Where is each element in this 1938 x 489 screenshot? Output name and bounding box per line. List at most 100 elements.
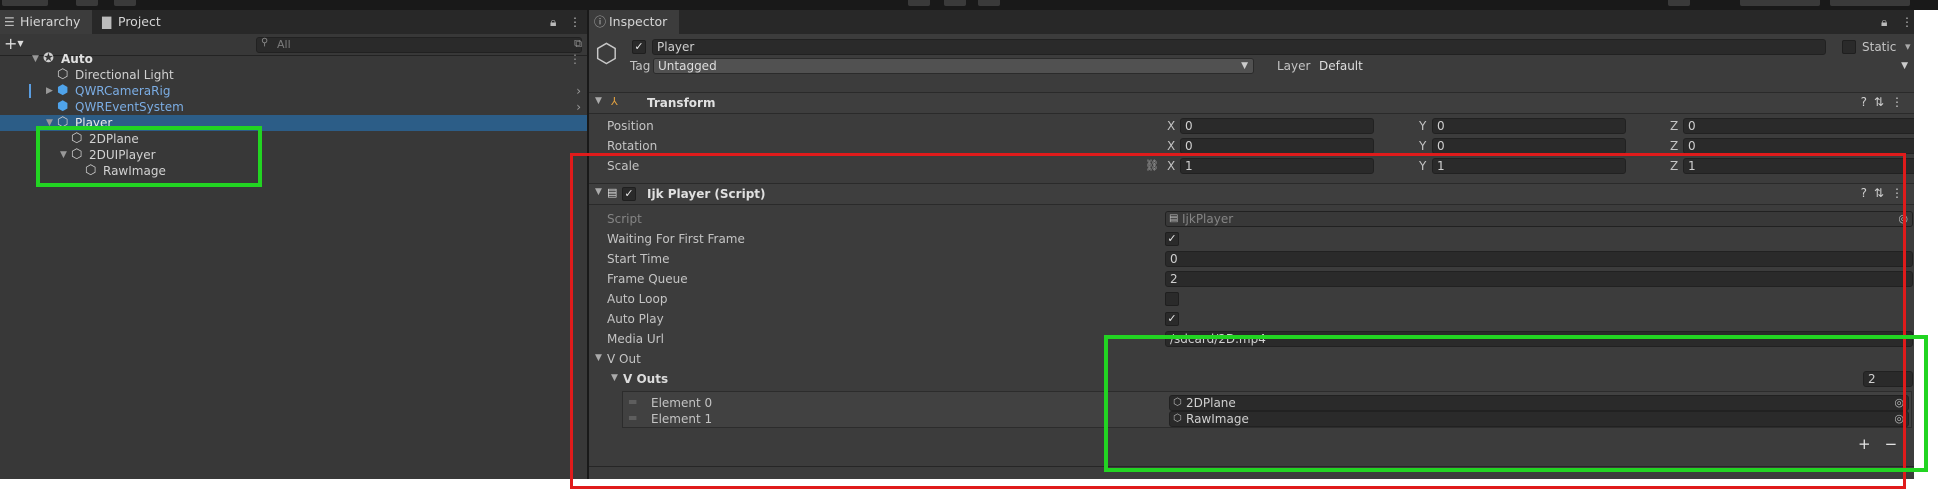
v-out-label[interactable]: V Out bbox=[607, 351, 641, 367]
hierarchy-item-selected[interactable]: ▼ ⬡ Player bbox=[0, 115, 587, 131]
static-checkbox[interactable] bbox=[1842, 40, 1856, 54]
gameobject-icon: ⬡ bbox=[57, 115, 69, 130]
element-0-field[interactable]: ⬡ 2DPlane ◎ bbox=[1169, 395, 1909, 411]
position-y-field[interactable]: 0 bbox=[1432, 118, 1626, 134]
drag-handle-icon[interactable]: ═ bbox=[629, 395, 636, 409]
axis-x-label: X bbox=[1167, 119, 1176, 133]
drag-handle-icon[interactable]: ═ bbox=[629, 411, 636, 425]
rotation-y-field[interactable]: 0 bbox=[1432, 138, 1626, 154]
tab-hierarchy[interactable]: ☰ Hierarchy bbox=[0, 10, 92, 34]
waiting-checkbox[interactable]: ✓ bbox=[1165, 232, 1179, 246]
scale-z-field[interactable]: 1 bbox=[1683, 158, 1914, 174]
lock-icon[interactable]: 🔒︎ bbox=[1881, 10, 1887, 34]
hierarchy-item[interactable]: ▼ ⬡ 2DUIPlayer bbox=[0, 147, 587, 163]
axis-x-label: X bbox=[1167, 139, 1176, 153]
chevron-down-icon: ▼ bbox=[1241, 61, 1248, 71]
pause-button[interactable] bbox=[944, 0, 966, 6]
rotation-z-field[interactable]: 0 bbox=[1683, 138, 1914, 154]
hierarchy-tabbar: ☰ Hierarchy ▇ Project 🔒︎ ⋮ bbox=[0, 10, 587, 34]
chevron-right-icon[interactable]: › bbox=[576, 99, 581, 115]
component-header-icons[interactable]: ?⇅⋮ bbox=[1861, 186, 1910, 200]
scale-x-field[interactable]: 1 bbox=[1180, 158, 1374, 174]
script-component-header[interactable]: ▼ ▤ ✓ Ijk Player (Script) ?⇅⋮ bbox=[589, 183, 1914, 205]
tab-project[interactable]: ▇ Project bbox=[98, 10, 178, 34]
tag-dropdown[interactable]: Untagged ▼ bbox=[653, 58, 1254, 74]
hierarchy-item[interactable]: ⬡ 2DPlane bbox=[0, 131, 587, 147]
object-name-input[interactable]: Player bbox=[652, 39, 1826, 55]
auto-loop-checkbox[interactable] bbox=[1165, 292, 1179, 306]
component-header-icons[interactable]: ?⇅⋮ bbox=[1861, 95, 1910, 109]
script-file-icon: ▤ bbox=[1169, 213, 1179, 224]
layout-dropdown[interactable] bbox=[1830, 0, 1910, 6]
gameobject-icon: ⬡ bbox=[71, 131, 83, 146]
gameobject-icon: ⬡ bbox=[1173, 413, 1182, 424]
link-icon[interactable]: ⛓ bbox=[1145, 159, 1159, 172]
scale-y-field[interactable]: 1 bbox=[1432, 158, 1626, 174]
target-icon[interactable]: ◎ bbox=[1894, 396, 1904, 410]
gameobject-icon[interactable]: ⬡ bbox=[595, 40, 618, 68]
auto-play-label: Auto Play bbox=[607, 312, 664, 326]
layout-button[interactable] bbox=[76, 0, 98, 6]
fold-arrow-icon[interactable]: ▼ bbox=[595, 353, 602, 363]
hierarchy-item[interactable]: ⬡ RawImage bbox=[0, 163, 587, 179]
auto-play-checkbox[interactable]: ✓ bbox=[1165, 312, 1179, 326]
target-icon[interactable]: ◎ bbox=[1894, 412, 1904, 426]
list-icon: ☰ bbox=[4, 15, 15, 29]
chevron-down-icon: ▼ bbox=[1901, 61, 1908, 71]
prefab-override-bar bbox=[29, 84, 31, 98]
component-enabled-checkbox[interactable]: ✓ bbox=[622, 187, 636, 201]
chevron-down-icon[interactable]: ▾ bbox=[1905, 40, 1911, 53]
fold-arrow-icon[interactable]: ▼ bbox=[595, 96, 602, 106]
fold-arrow-icon[interactable]: ▼ bbox=[46, 115, 53, 131]
prefab-icon: ⬢ bbox=[57, 83, 69, 98]
tab-inspector[interactable]: ⓘ Inspector bbox=[589, 10, 679, 34]
account-button[interactable] bbox=[1668, 0, 1690, 6]
layers-dropdown[interactable] bbox=[1740, 0, 1820, 6]
hierarchy-item[interactable]: ▶ ⬢ QWRCameraRig › bbox=[0, 83, 587, 99]
chevron-right-icon[interactable]: › bbox=[576, 83, 581, 99]
transform-header[interactable]: ▼ ⅄ Transform ?⇅⋮ bbox=[589, 92, 1914, 114]
element-1-field[interactable]: ⬡ RawImage ◎ bbox=[1169, 411, 1909, 427]
info-icon: ⓘ bbox=[594, 15, 607, 29]
lock-icon[interactable]: 🔒︎ bbox=[550, 10, 556, 34]
add-element-button[interactable]: + bbox=[1858, 435, 1885, 453]
pivot-button[interactable] bbox=[114, 0, 136, 6]
kebab-menu-icon[interactable]: ⋮ bbox=[1901, 10, 1913, 34]
frame-queue-field[interactable]: 2 bbox=[1165, 271, 1913, 287]
active-checkbox[interactable]: ✓ bbox=[632, 40, 646, 54]
hierarchy-item[interactable]: ⬡ Directional Light bbox=[0, 67, 587, 83]
script-file-icon: ▤ bbox=[607, 186, 618, 199]
kebab-menu-icon[interactable]: ⋮ bbox=[569, 10, 581, 34]
play-button[interactable] bbox=[908, 0, 930, 6]
editor-toolbar bbox=[0, 0, 1938, 10]
fold-arrow-icon[interactable]: ▶ bbox=[46, 83, 53, 99]
v-outs-label[interactable]: V Outs bbox=[623, 371, 668, 387]
axis-y-label: Y bbox=[1419, 159, 1427, 173]
hierarchy-panel: ☰ Hierarchy ▇ Project 🔒︎ ⋮ +▼ ⚲ All ⧉ ▼ … bbox=[0, 10, 587, 479]
media-url-field[interactable]: /sdcard/2D.mp4 bbox=[1165, 331, 1913, 347]
step-button[interactable] bbox=[978, 0, 1000, 6]
element-1-label: Element 1 bbox=[651, 412, 713, 426]
hierarchy-item[interactable]: ⬢ QWREventSystem › bbox=[0, 99, 587, 115]
layer-dropdown[interactable]: Default ▼ bbox=[1314, 58, 1914, 74]
fold-arrow-icon[interactable]: ▼ bbox=[32, 51, 39, 67]
fold-arrow-icon[interactable]: ▼ bbox=[611, 373, 618, 383]
position-z-field[interactable]: 0 bbox=[1683, 118, 1914, 134]
axis-y-label: Y bbox=[1419, 119, 1427, 133]
tools-button[interactable] bbox=[2, 0, 48, 6]
fold-arrow-icon[interactable]: ▼ bbox=[595, 187, 602, 197]
rotation-x-field[interactable]: 0 bbox=[1180, 138, 1374, 154]
scene-row[interactable]: ▼ ✪ Auto ⋮ bbox=[0, 51, 587, 67]
fold-arrow-icon[interactable]: ▼ bbox=[60, 147, 67, 163]
position-x-field[interactable]: 0 bbox=[1180, 118, 1374, 134]
search-filter-icon[interactable]: ⧉ bbox=[574, 37, 582, 51]
search-icon: ⚲ bbox=[261, 37, 269, 48]
element-0-label: Element 0 bbox=[651, 396, 713, 410]
start-time-field[interactable]: 0 bbox=[1165, 251, 1913, 267]
media-url-label: Media Url bbox=[607, 332, 664, 346]
inspector-panel: ⓘ Inspector 🔒︎ ⋮ ⬡ ✓ Player Static ▾ Tag… bbox=[589, 10, 1914, 479]
remove-element-button[interactable]: − bbox=[1885, 435, 1912, 453]
v-outs-size-field[interactable]: 2 bbox=[1863, 371, 1913, 387]
kebab-menu-icon[interactable]: ⋮ bbox=[569, 51, 581, 67]
component-divider bbox=[589, 466, 1914, 467]
